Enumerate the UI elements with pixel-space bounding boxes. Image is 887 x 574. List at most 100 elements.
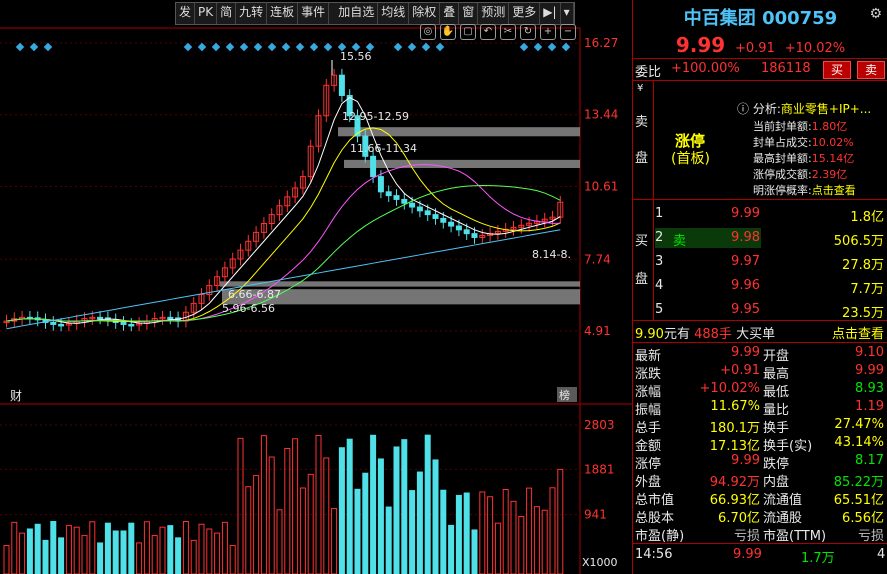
event-marker <box>533 42 543 52</box>
analysis-item: 明涨停概率:点击查看 <box>753 184 856 197</box>
weibi-volume: 186118 <box>761 61 811 76</box>
candle-body <box>432 214 439 219</box>
ma-line-long <box>6 229 561 330</box>
event-marker <box>15 42 25 52</box>
price-change-pct: +10.02% <box>784 41 846 56</box>
eye-icon[interactable]: ◎ <box>420 24 436 40</box>
stock-code: 000759 <box>762 8 838 29</box>
volume-bar <box>370 434 377 574</box>
volume-bar <box>541 509 548 574</box>
bid-price: 9.99 <box>731 206 760 221</box>
event-marker <box>547 42 557 52</box>
quote-value: 85.22万 <box>833 475 884 490</box>
reset-icon[interactable]: ▢ <box>460 24 476 40</box>
quote-value: 94.92万 <box>709 475 760 490</box>
quote-label: 流通股 <box>763 511 803 526</box>
volume-bar <box>323 457 330 574</box>
quote-value: 65.51亿 <box>833 493 884 508</box>
quote-value: 9.99 <box>855 363 884 378</box>
play-icon[interactable]: ▶| <box>540 3 561 24</box>
toolbar-0[interactable]: 发 <box>176 3 196 24</box>
event-marker <box>281 42 291 52</box>
event-marker <box>295 42 305 52</box>
volume-bar <box>206 528 213 574</box>
analysis-item: 封单占成交:10.02% <box>753 136 854 149</box>
toolbar-9[interactable]: 叠 <box>440 3 460 24</box>
toolbar-11[interactable]: 预测 <box>478 3 510 24</box>
dropdown-icon[interactable]: ▾ <box>561 3 574 24</box>
chart-label-right: 榜 <box>559 388 570 402</box>
quote-value: +10.02% <box>699 381 760 396</box>
hand-icon[interactable]: ✋ <box>440 24 456 40</box>
volume-unit: X1000 <box>582 556 618 569</box>
quote-value: 8.17 <box>855 453 884 468</box>
toolbar-6[interactable]: 加自选 <box>335 3 379 24</box>
kline-chart[interactable]: 16.27 13.44 10.61 7.74 4.91 15.56 12.95-12.59 1… <box>0 0 632 574</box>
volume-bar <box>245 486 252 574</box>
buy-button[interactable]: 买 <box>823 61 851 79</box>
big-order-link[interactable]: 点击查看 <box>832 323 884 342</box>
event-marker <box>561 42 571 52</box>
info-icon: ⓘ <box>737 102 750 116</box>
event-marker <box>393 42 403 52</box>
quote-value: 66.93亿 <box>709 493 760 508</box>
toolbar-5[interactable]: 事件 <box>298 3 330 24</box>
bid-level: 3 <box>655 254 664 269</box>
toolbar-3[interactable]: 九转 <box>236 3 268 24</box>
price-tick: 13.44 <box>584 108 618 122</box>
bid-price: 9.96 <box>731 278 760 293</box>
event-marker <box>519 42 529 52</box>
chart-toolbar: 发 PK 简九转 连板 事件 加自选 均线 除权叠窗预测 更多 ▶| ▾ <box>175 2 575 25</box>
quote-label: 振幅 <box>635 403 662 418</box>
volume-bar <box>424 434 431 574</box>
bid-price: 9.95 <box>731 302 760 317</box>
toolbar-7[interactable]: 均线 <box>378 3 410 24</box>
toolbar-10[interactable]: 窗 <box>459 3 479 24</box>
quote-label: 外盘 <box>635 475 662 490</box>
price-tick: 10.61 <box>584 179 618 193</box>
toolbar-1[interactable]: PK <box>195 3 218 24</box>
volume-bar <box>284 447 291 574</box>
sell-button[interactable]: 卖 <box>857 61 885 79</box>
event-marker <box>43 42 53 52</box>
limit-up-sub: (首板) <box>671 151 710 167</box>
volume-bar <box>26 528 33 574</box>
volume-bar <box>331 507 338 574</box>
volume-bar <box>112 530 119 574</box>
quote-label: 金额 <box>635 439 662 454</box>
event-marker <box>225 42 235 52</box>
toolbar-2[interactable]: 简 <box>217 3 237 24</box>
analysis-row[interactable]: ⓘ 分析:商业零售+IP+... <box>737 100 871 117</box>
bid-volume: 27.8万 <box>842 258 884 273</box>
volume-bar <box>440 489 447 574</box>
quote-label: 内盘 <box>763 475 790 490</box>
toolbar-8[interactable]: 除权 <box>409 3 441 24</box>
candle-body <box>471 233 478 238</box>
chart-annotation: 5.96-6.56 <box>222 302 275 315</box>
volume-bar <box>128 522 135 574</box>
volume-bar <box>19 532 26 574</box>
bid-price: 9.98 <box>731 230 760 245</box>
candle-body <box>416 206 423 212</box>
analysis-item: 涨停成交额:2.39亿 <box>753 168 848 181</box>
volume-bar <box>292 438 299 574</box>
volume-bar <box>502 489 509 574</box>
candle-body <box>370 155 377 178</box>
zoom-out-icon[interactable]: − <box>560 24 576 40</box>
undo-icon[interactable]: ↶ <box>480 24 496 40</box>
refresh-icon[interactable]: ↻ <box>520 24 536 40</box>
toolbar-12[interactable]: 更多 <box>509 3 541 24</box>
price-tick: 7.74 <box>584 252 611 266</box>
volume-bar <box>276 509 283 574</box>
quote-label: 总市值 <box>635 493 675 508</box>
quote-label: 流通值 <box>763 493 803 508</box>
candle-body <box>440 217 447 223</box>
big-order-row[interactable]: 9.90元有 488手 大买单 <box>635 323 775 342</box>
volume-bar <box>151 534 158 574</box>
volume-bar <box>50 521 57 574</box>
toolbar-4[interactable]: 连板 <box>267 3 299 24</box>
settings-icon[interactable]: ⚙ <box>869 6 882 22</box>
scissors-icon[interactable]: ✂ <box>500 24 516 40</box>
zoom-in-icon[interactable]: + <box>540 24 556 40</box>
volume-bar <box>455 494 462 574</box>
